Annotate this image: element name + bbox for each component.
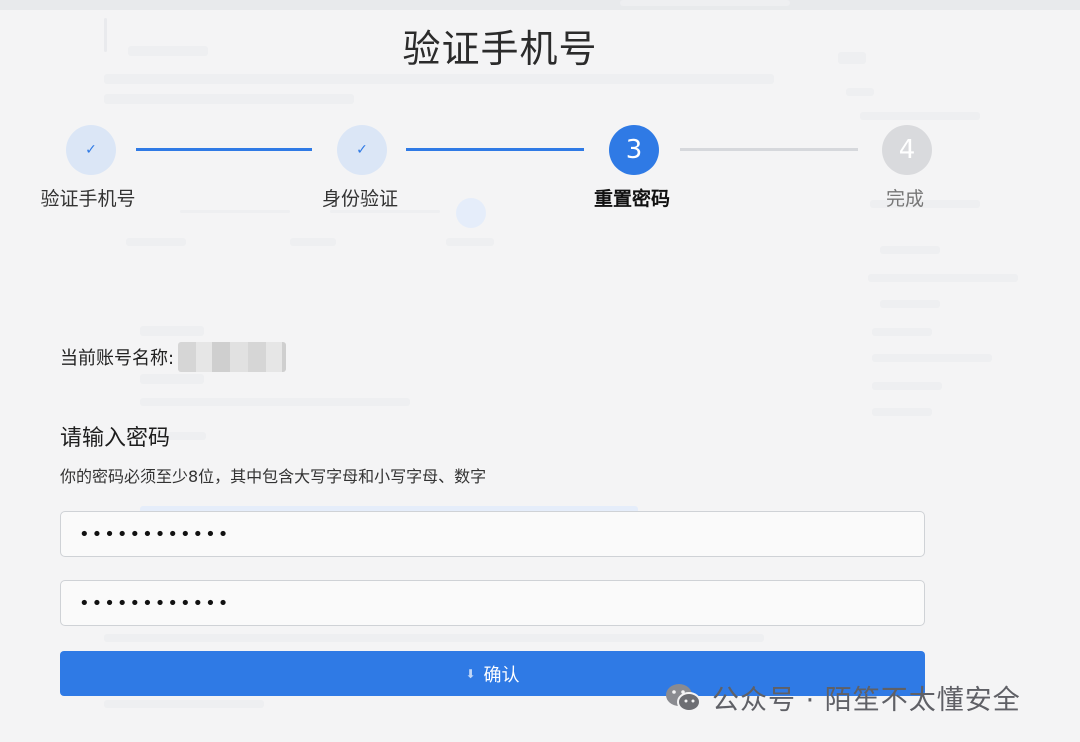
watermark: 公众号 · 陌笙不太懂安全: [664, 678, 1021, 717]
wechat-icon: [666, 683, 701, 712]
step-2-circle: ✓: [337, 125, 387, 175]
step-4-number: 4: [898, 135, 916, 165]
step-2-label: 身份验证: [321, 188, 398, 210]
password-heading: 请输入密码: [60, 426, 171, 451]
cursor-icon: ⬇: [465, 666, 476, 681]
account-name-row: 当前账号名称:: [60, 342, 287, 372]
account-name-redacted: [178, 342, 287, 372]
step-3-number: 3: [625, 135, 643, 165]
step-1-label: 验证手机号: [40, 188, 136, 210]
step-3-circle: 3: [609, 125, 659, 175]
step-4-label: 完成: [885, 188, 924, 210]
check-icon: ✓: [356, 142, 368, 158]
password-hint: 你的密码必须至少8位，其中包含大写字母和小写字母、数字: [60, 467, 487, 486]
confirm-button-label: 确认: [483, 664, 520, 686]
password-input[interactable]: [60, 511, 925, 557]
step-4-circle: 4: [882, 125, 932, 175]
step-1-circle: ✓: [66, 125, 116, 175]
confirm-password-input[interactable]: [60, 580, 925, 626]
progress-stepper: ✓ ✓ 3 4 验证手机号 身份验证 重置密码 完成: [0, 0, 1080, 230]
step-3-label: 重置密码: [593, 188, 670, 210]
step-connector-3: [680, 148, 858, 151]
check-icon: ✓: [85, 142, 97, 158]
step-connector-1: [136, 148, 312, 151]
account-name-label: 当前账号名称:: [60, 348, 175, 369]
step-connector-2: [406, 148, 584, 151]
watermark-text: 公众号 · 陌笙不太懂安全: [712, 685, 1021, 716]
